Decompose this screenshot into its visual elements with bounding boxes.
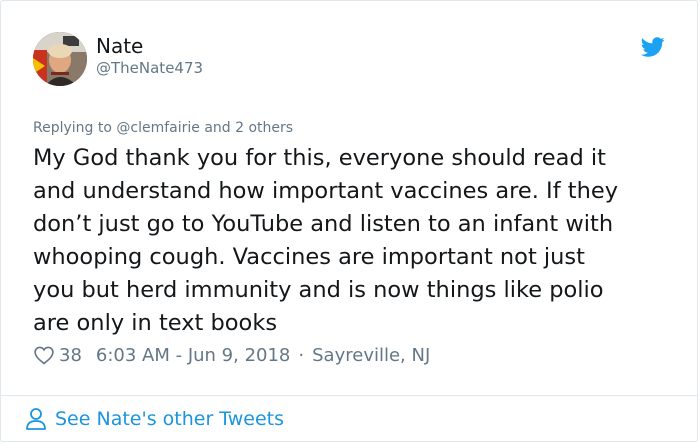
- screen-name[interactable]: @TheNate473: [96, 58, 203, 78]
- reply-context: Replying to @clemfairie and 2 others: [33, 120, 294, 136]
- tweet-card: Nate @TheNate473 Replying to @clemfairie…: [0, 0, 698, 442]
- see-other-tweets-link[interactable]: See Nate's other Tweets: [25, 407, 284, 431]
- avatar[interactable]: [33, 32, 87, 86]
- timestamp[interactable]: 6:03 AM - Jun 9, 2018: [96, 345, 290, 366]
- tweet-text: My God thank you for this, everyone shou…: [33, 145, 619, 336]
- footer-divider: [1, 395, 697, 396]
- tweet-header: Nate @TheNate473: [33, 32, 203, 86]
- like-count[interactable]: 38: [59, 345, 82, 366]
- location[interactable]: Sayreville, NJ: [312, 345, 430, 366]
- person-icon: [25, 407, 47, 431]
- author-names: Nate @TheNate473: [96, 34, 203, 78]
- see-other-tweets-label: See Nate's other Tweets: [55, 408, 285, 430]
- meta-separator: ·: [298, 344, 305, 366]
- tweet-meta: 38 6:03 AM - Jun 9, 2018 · Sayreville, N…: [33, 344, 430, 366]
- display-name[interactable]: Nate: [96, 34, 203, 58]
- twitter-bird-icon[interactable]: [640, 35, 665, 59]
- heart-icon[interactable]: [33, 344, 55, 366]
